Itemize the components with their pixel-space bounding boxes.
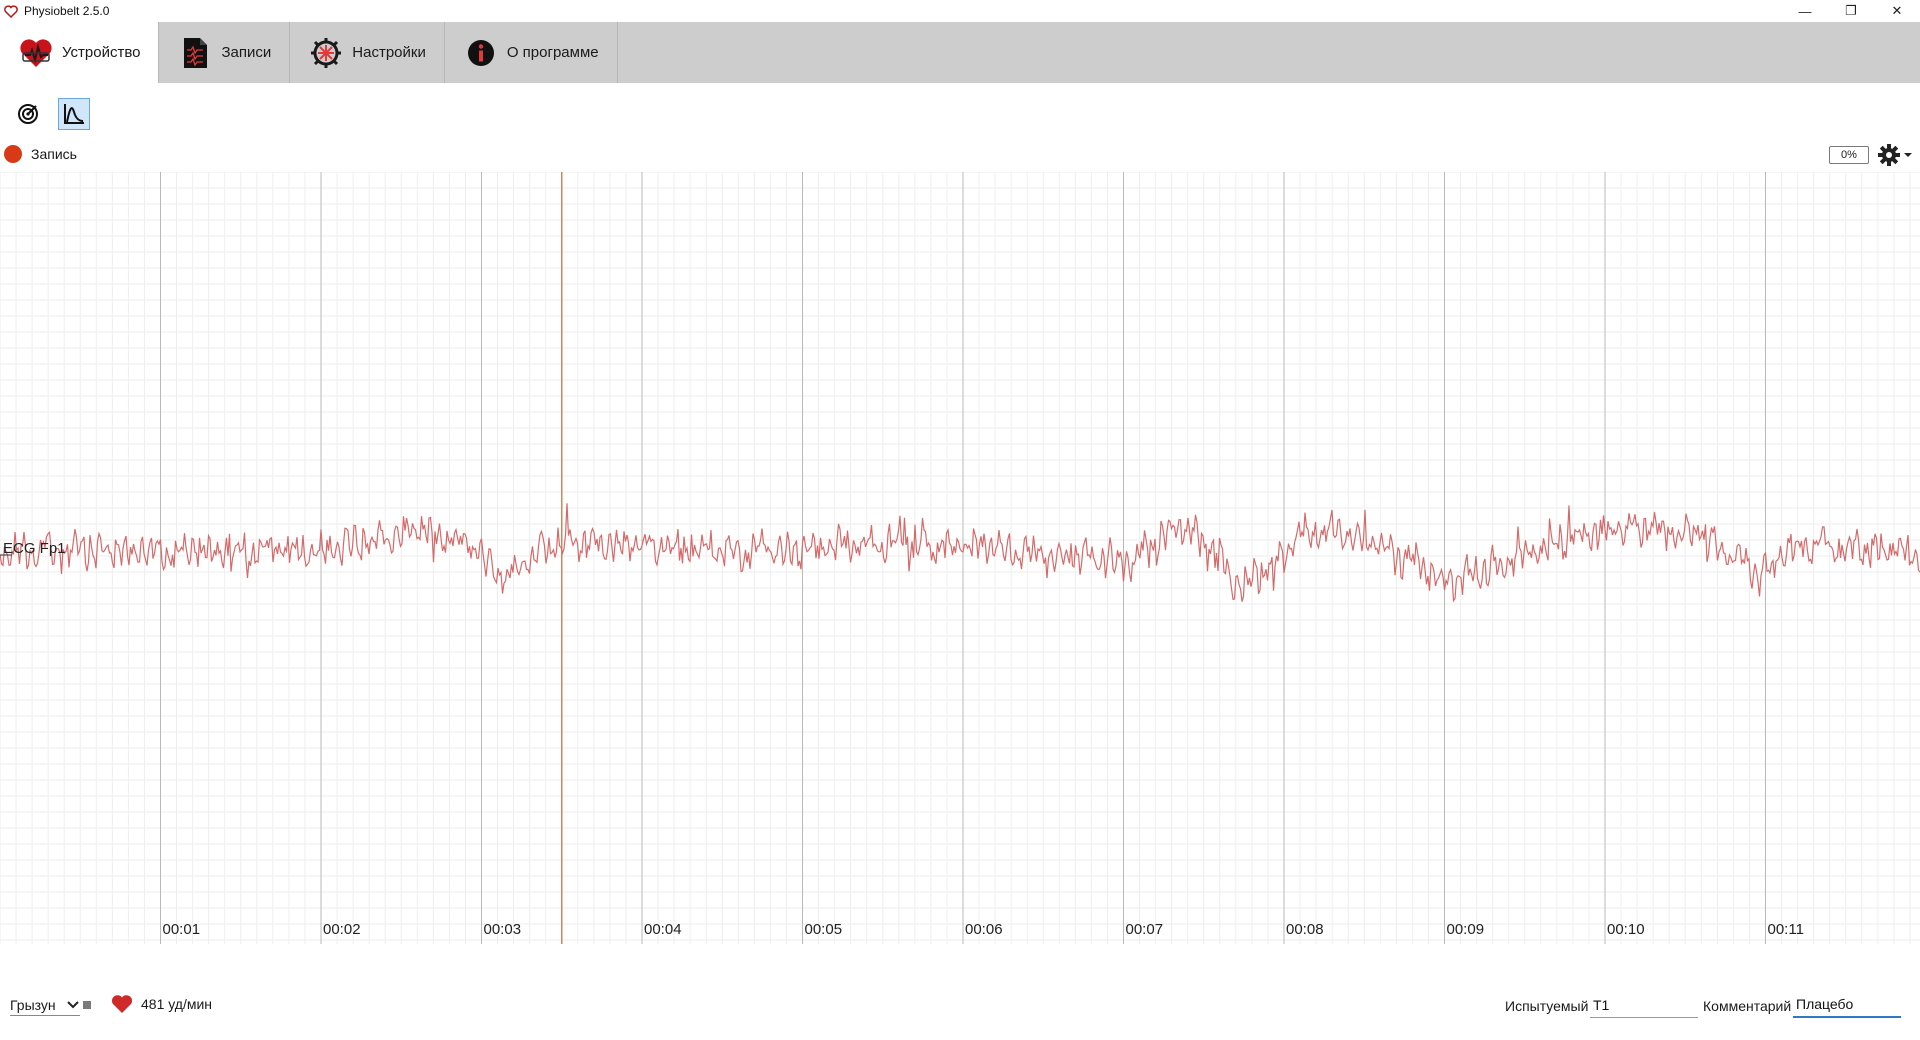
subject-label: Испытуемый [1505, 998, 1589, 1014]
tab-records[interactable]: Записи [159, 22, 291, 83]
heart-icon [111, 995, 133, 1013]
subject-input[interactable] [1590, 992, 1698, 1018]
heart-rate-value: 481 уд/мин [141, 996, 213, 1012]
tab-device[interactable]: Устройство [0, 22, 160, 83]
heart-rate-indicator: 481 уд/мин [111, 994, 212, 1014]
ecg-trace [0, 503, 1920, 603]
tab-about-label: О программе [506, 44, 599, 61]
species-select-value: Грызун [10, 996, 56, 1013]
comment-label: Комментарий [1703, 998, 1792, 1014]
time-tick-label: 00:07 [1126, 921, 1164, 938]
radar-icon [18, 104, 38, 124]
close-button[interactable]: ✕ [1874, 0, 1920, 22]
species-select[interactable]: Грызун [10, 994, 80, 1016]
time-tick-label: 00:06 [965, 921, 1003, 938]
gear-icon [308, 35, 344, 71]
main-tab-bar: Устройство Записи Настройки О программе [0, 22, 1920, 83]
tab-device-label: Устройство [62, 44, 141, 61]
heart-device-icon [18, 35, 54, 71]
tab-settings[interactable]: Настройки [290, 22, 445, 83]
plot-settings-button[interactable] [1877, 142, 1917, 168]
chevron-down-icon [66, 998, 80, 1012]
gear-dropdown-icon [1878, 144, 1912, 166]
stop-icon[interactable] [83, 1001, 91, 1009]
title-bar: Physiobelt 2.5.0 — ❐ ✕ [0, 0, 1920, 22]
tab-records-label: Записи [221, 44, 272, 61]
view-toolbar [12, 98, 90, 130]
record-label: Запись [31, 146, 77, 162]
restore-button[interactable]: ❐ [1828, 0, 1874, 22]
time-tick-label: 00:04 [644, 921, 682, 938]
channel-label-group: ECG Fp1 [0, 540, 66, 557]
waveform-view-button[interactable] [58, 98, 90, 130]
record-toggle[interactable]: Запись [4, 145, 77, 163]
app-heart-icon [3, 3, 19, 19]
time-tick-label: 00:03 [484, 921, 522, 938]
minimize-button[interactable]: — [1782, 0, 1828, 22]
comment-input[interactable] [1793, 992, 1901, 1018]
plot-minor-grid [0, 172, 1920, 944]
info-icon [463, 35, 499, 71]
record-dot-icon [4, 145, 22, 163]
time-tick-label: 00:02 [323, 921, 361, 938]
waveform-icon [64, 104, 84, 124]
status-bar: Грызун 481 уд/мин Испытуемый Комментарий [0, 982, 1920, 1022]
time-tick-label: 00:11 [1768, 921, 1804, 938]
channel-label: ECG Fp1 [3, 540, 66, 557]
tab-about[interactable]: О программе [445, 22, 618, 83]
time-tick-label: 00:01 [163, 921, 201, 938]
document-icon [177, 35, 213, 71]
time-tick-label: 00:10 [1607, 921, 1645, 938]
signal-plot[interactable]: ECG Fp1 00:01 00:02 00:03 00:04 00:05 00:06 00… [0, 172, 1920, 972]
time-tick-label: 00:09 [1447, 921, 1485, 938]
time-tick-label: 00:05 [805, 921, 843, 938]
buffer-percent-indicator: 0% [1829, 146, 1869, 164]
window-title: Physiobelt 2.5.0 [24, 4, 110, 18]
time-tick-label: 00:08 [1286, 921, 1324, 938]
tab-settings-label: Настройки [352, 44, 426, 61]
radar-view-button[interactable] [12, 98, 44, 130]
